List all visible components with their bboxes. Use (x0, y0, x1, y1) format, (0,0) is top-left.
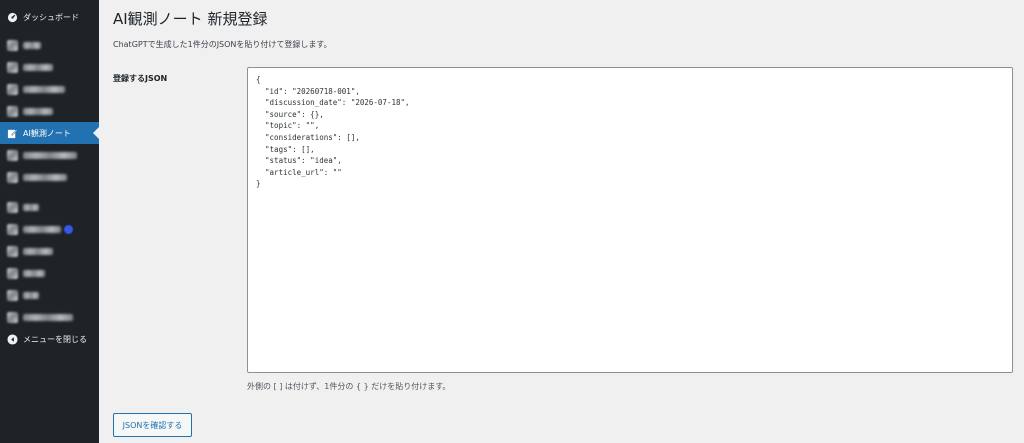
redacted-icon (6, 311, 18, 323)
sidebar-item-redacted-4[interactable] (0, 100, 99, 122)
sidebar-item-redacted-9[interactable] (0, 240, 99, 262)
update-count-badge (64, 224, 73, 234)
redacted-label (23, 41, 41, 49)
sidebar-item-redacted-11[interactable] (0, 284, 99, 306)
sidebar-item-redacted-12[interactable] (0, 306, 99, 328)
redacted-label (23, 247, 53, 255)
redacted-icon (6, 39, 18, 51)
redacted-label (23, 225, 61, 233)
main-content: AI観測ノート 新規登録 ChatGPTで生成した1件分のJSONを貼り付けて登… (99, 0, 1024, 443)
json-hint: 外側の [ ] は付けず、1件分の { } だけを貼り付けます。 (247, 382, 451, 391)
sidebar-item-ai-notes[interactable]: AI観測ノート (0, 122, 99, 144)
sidebar-item-label: メニューを閉じる (23, 334, 87, 344)
sidebar-item-label: ダッシュボード (23, 12, 79, 22)
redacted-icon (6, 201, 18, 213)
redacted-icon (6, 289, 18, 301)
redacted-icon (6, 245, 18, 257)
admin-sidebar: ダッシュボード AI観測ノート メニューを閉じる (0, 0, 99, 443)
json-textarea[interactable]: { "id": "20260718-001", "discussion_date… (247, 67, 1013, 373)
sidebar-item-dashboard[interactable]: ダッシュボード (0, 0, 99, 34)
page-title: AI観測ノート 新規登録 (113, 10, 268, 28)
sidebar-item-redacted-5[interactable] (0, 144, 99, 166)
redacted-label (23, 63, 53, 71)
redacted-icon (6, 105, 18, 117)
redacted-label (23, 107, 53, 115)
sidebar-item-redacted-7[interactable] (0, 196, 99, 218)
redacted-icon (6, 83, 18, 95)
redacted-label (23, 203, 39, 211)
sidebar-item-redacted-10[interactable] (0, 262, 99, 284)
redacted-label (23, 269, 45, 277)
redacted-label (23, 291, 39, 299)
collapse-circle-icon (6, 333, 18, 345)
edit-icon (6, 127, 18, 139)
redacted-icon (6, 61, 18, 73)
json-field-label: 登録するJSON (113, 74, 168, 83)
confirm-json-button[interactable]: JSONを確認する (113, 413, 192, 437)
sidebar-item-redacted-2[interactable] (0, 56, 99, 78)
redacted-icon (6, 223, 18, 235)
sidebar-item-redacted-1[interactable] (0, 34, 99, 56)
sidebar-item-redacted-3[interactable] (0, 78, 99, 100)
redacted-icon (6, 171, 18, 183)
gauge-icon (6, 11, 18, 23)
redacted-icon (6, 149, 18, 161)
redacted-label (23, 313, 73, 321)
sidebar-item-redacted-8[interactable] (0, 218, 99, 240)
sidebar-item-redacted-6[interactable] (0, 166, 99, 188)
sidebar-item-label: AI観測ノート (23, 128, 71, 138)
redacted-label (23, 85, 65, 93)
redacted-icon (6, 267, 18, 279)
sidebar-collapse-button[interactable]: メニューを閉じる (0, 328, 99, 350)
redacted-label (23, 151, 77, 159)
page-description: ChatGPTで生成した1件分のJSONを貼り付けて登録します。 (113, 40, 332, 49)
redacted-label (23, 173, 67, 181)
